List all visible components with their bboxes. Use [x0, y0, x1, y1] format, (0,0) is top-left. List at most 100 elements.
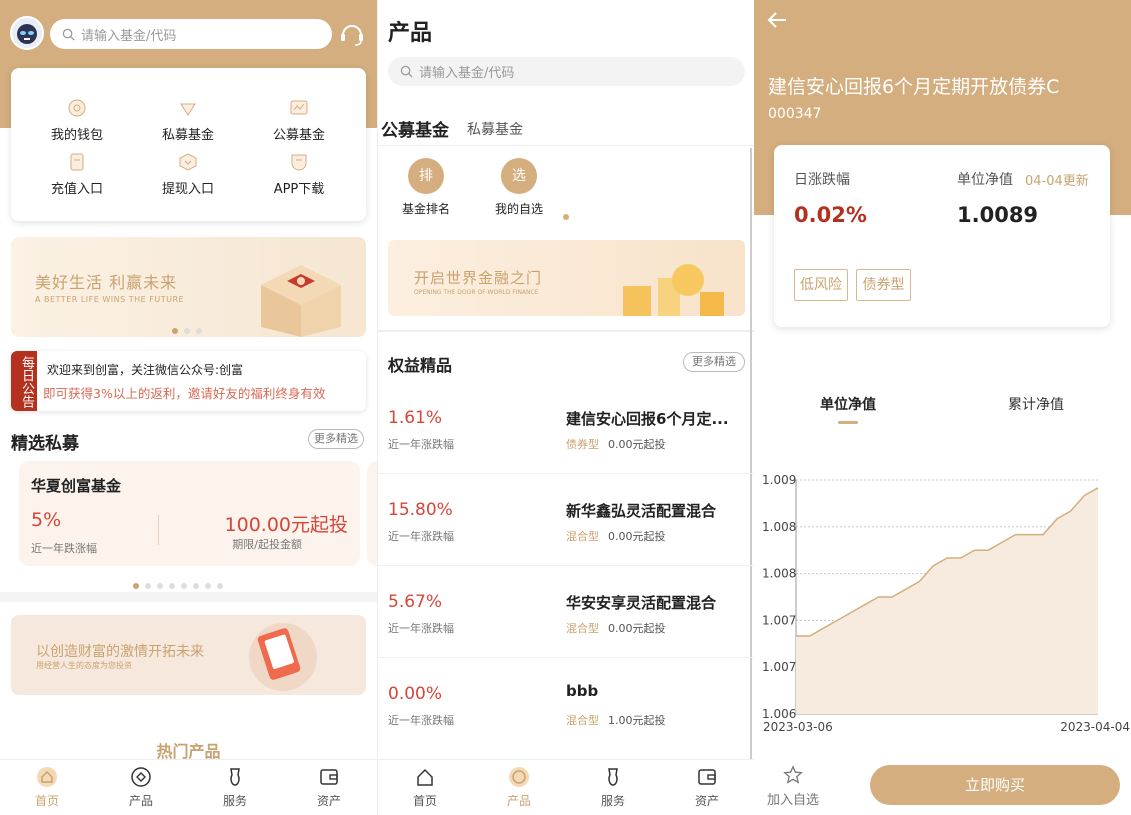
nav-label: 单位净值: [957, 172, 1013, 188]
tab-service[interactable]: 服务: [583, 766, 643, 809]
private-fund-rate: 5%: [31, 509, 62, 531]
tab-products[interactable]: 产品: [111, 766, 171, 809]
banner-subtitle: OPENING THE DOOR OF WORLD FINANCE: [414, 289, 539, 296]
section-divider: [0, 592, 377, 602]
wallet-icon: [698, 769, 716, 785]
shortcut-label: 提现入口: [161, 182, 214, 197]
search-placeholder: 请输入基金/代码: [419, 66, 515, 81]
back-arrow-icon[interactable]: [766, 10, 788, 30]
private-fund-card[interactable]: 华夏创富基金 5% 近一年跌涨幅 100.00元起投 期限/起投金额: [19, 461, 360, 566]
add-favorite-button[interactable]: 加入自选: [760, 765, 826, 808]
tablet-illustration: [249, 623, 317, 691]
tab-products[interactable]: 产品: [489, 766, 549, 809]
shortcut-card: 我的钱包 私募基金 公募基金 充值入口 提现入口 APP下载: [11, 68, 366, 221]
shortcut-deposit[interactable]: 充值入口: [32, 152, 122, 197]
tab-public-fund[interactable]: 公募基金: [381, 116, 449, 141]
tab-label: 产品: [506, 794, 531, 808]
shortcut-withdraw[interactable]: 提现入口: [143, 152, 233, 197]
tab-service[interactable]: 服务: [205, 766, 265, 809]
private-fund-amount: 100.00元起投: [224, 514, 348, 536]
notice-bar[interactable]: 每日公告 欢迎来到创富，关注微信公众号:创富 即可获得3%以上的返利，邀请好友的…: [11, 351, 366, 411]
product-icon: [509, 767, 529, 787]
quick-pagination-dot: [563, 214, 569, 220]
banner-title: 美好生活 利赢未来: [35, 273, 178, 292]
shortcut-app-download[interactable]: APP下载: [254, 152, 344, 197]
more-equity-button[interactable]: 更多精选: [683, 352, 745, 372]
headset-icon[interactable]: [338, 20, 366, 48]
y-tick-label: 1.008: [762, 567, 796, 581]
robot-avatar-icon: [17, 24, 37, 44]
wallet-icon: [320, 769, 338, 785]
shortcut-label: 我的钱包: [50, 128, 103, 143]
private-fund-rate-label: 近一年跌涨幅: [31, 542, 97, 555]
buy-button[interactable]: 立即购买: [870, 765, 1120, 805]
y-tick-label: 1.006: [762, 707, 796, 721]
risk-tag: 低风险: [794, 269, 848, 301]
y-tick-label: 1.008: [762, 520, 796, 534]
nav-chart[interactable]: 1.009 1.008 1.008 1.007 1.007 1.006 2023-03-0…: [754, 462, 1131, 737]
tab-home[interactable]: 首页: [17, 766, 77, 809]
shortcut-public-fund[interactable]: 公募基金: [254, 98, 344, 143]
service-icon: [230, 768, 240, 786]
search-input[interactable]: 请输入基金/代码: [50, 19, 332, 49]
section-title-private: 精选私募: [11, 434, 79, 454]
shortcut-label: 公募基金: [272, 128, 325, 143]
avatar[interactable]: [10, 16, 44, 50]
fund-row[interactable]: 15.80% 近一年涨跌幅 新华鑫弘灵活配置混合 混合型 0.00元起投: [378, 474, 754, 566]
fund-type: 混合型: [566, 714, 599, 727]
y-tick-label: 1.007: [762, 660, 796, 674]
fund-row[interactable]: 0.00% 近一年涨跌幅 bbb 混合型 1.00元起投: [378, 658, 754, 750]
fund-name: 华安安享灵活配置混合: [566, 594, 717, 612]
tab-assets[interactable]: 资产: [299, 766, 359, 809]
tab-label: 首页: [34, 794, 59, 808]
nav-updated: 04-04更新: [1025, 174, 1089, 189]
quick-fund-ranking[interactable]: 排 基金排名: [396, 158, 456, 217]
fund-type: 混合型: [566, 622, 599, 635]
tab-unit-nav[interactable]: 单位净值: [798, 394, 898, 414]
shortcut-label: 私募基金: [161, 128, 214, 143]
money-bag-illustration: [623, 264, 724, 316]
products-banner[interactable]: 开启世界金融之门 OPENING THE DOOR OF WORLD FINAN…: [388, 240, 745, 316]
fund-rate: 0.00%: [388, 684, 443, 704]
quick-my-watchlist[interactable]: 选 我的自选: [489, 158, 549, 217]
fund-rate-label: 近一年涨跌幅: [388, 622, 454, 635]
daily-change-value: 0.02%: [794, 203, 867, 227]
banner-title: 开启世界金融之门: [414, 269, 543, 287]
daily-change-label: 日涨跌幅: [794, 172, 850, 188]
notice-badge: 每日公告: [11, 351, 37, 411]
home-icon: [37, 767, 57, 787]
notice-line-1: 欢迎来到创富，关注微信公众号:创富: [47, 363, 244, 377]
tab-bar: 首页 产品 服务 资产: [378, 759, 754, 815]
fund-code: 000347: [768, 106, 822, 122]
fund-rate-label: 近一年涨跌幅: [388, 438, 454, 451]
promo-subtitle: 用经营人生的态度为您投资: [36, 661, 132, 670]
star-icon: [783, 765, 803, 784]
fund-detail-screen: 建信安心回报6个月定期开放债券C 000347 日涨跌幅 0.02% 单位净值 …: [754, 0, 1131, 815]
tab-home[interactable]: 首页: [395, 766, 455, 809]
tab-cumulative-nav[interactable]: 累计净值: [986, 394, 1086, 414]
home-screen: 请输入基金/代码 我的钱包 私募基金 公募基金 充值入口 提现入口 APP下载 …: [0, 0, 377, 815]
ranking-icon: 排: [408, 158, 444, 194]
shortcut-private-fund[interactable]: 私募基金: [143, 98, 233, 143]
search-input[interactable]: 请输入基金/代码: [388, 57, 745, 86]
tab-assets[interactable]: 资产: [677, 766, 737, 809]
tab-private-fund[interactable]: 私募基金: [467, 119, 523, 139]
promo-banner[interactable]: 以创造财富的激情开拓未来 用经营人生的态度为您投资: [11, 615, 366, 695]
document-icon: [70, 153, 84, 171]
fund-name: bbb: [566, 682, 599, 700]
tab-bar: 首页 产品 服务 资产: [0, 759, 377, 815]
fund-rate-label: 近一年涨跌幅: [388, 714, 454, 727]
fund-row[interactable]: 1.61% 近一年涨跌幅 建信安心回报6个月定... 债券型 0.00元起投: [378, 382, 754, 474]
shortcut-wallet[interactable]: 我的钱包: [32, 98, 122, 143]
promo-title: 以创造财富的激情开拓未来: [36, 644, 204, 660]
card-pagination: [130, 574, 226, 593]
type-tag: 债券型: [856, 269, 911, 301]
banner-subtitle: A BETTER LIFE WINS THE FUTURE: [35, 295, 185, 304]
tab-label: 首页: [412, 794, 437, 808]
fund-row[interactable]: 5.67% 近一年涨跌幅 华安安享灵活配置混合 混合型 0.00元起投: [378, 566, 754, 658]
home-banner[interactable]: 美好生活 利赢未来 A BETTER LIFE WINS THE FUTURE: [11, 237, 366, 337]
fund-min: 0.00元起投: [608, 622, 666, 635]
detail-footer: 加入自选 立即购买: [754, 755, 1131, 815]
banner-pagination: [169, 319, 205, 337]
more-private-button[interactable]: 更多精选: [308, 429, 364, 449]
